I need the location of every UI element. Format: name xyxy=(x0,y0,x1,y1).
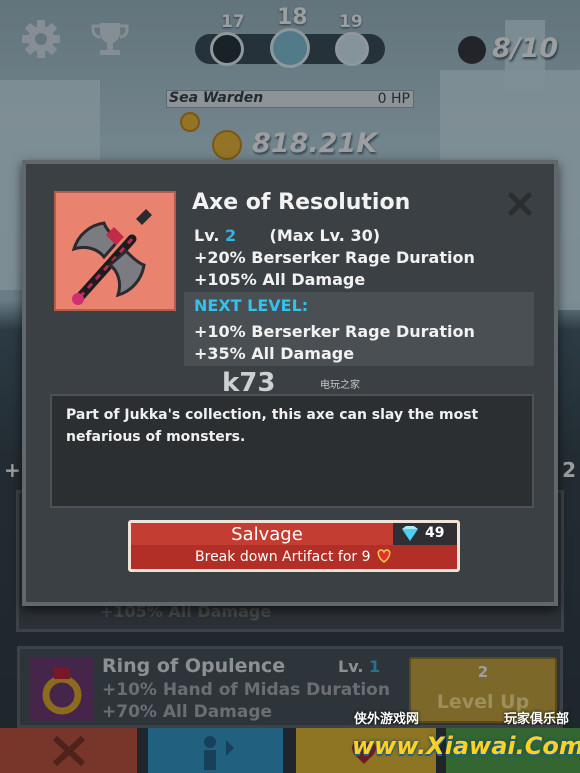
axe-icon xyxy=(71,209,152,305)
salvage-subtext: Break down Artifact for 9 xyxy=(131,549,457,565)
next-level-heading: NEXT LEVEL: xyxy=(194,296,309,315)
artifact-stat-2: +105% All Damage xyxy=(194,270,366,289)
close-icon[interactable] xyxy=(506,190,534,218)
xiawai-watermark: 侠外游戏网 玩家俱乐部 www.Xiawai.Com xyxy=(348,706,580,770)
salvage-button[interactable]: Salvage 49 Break down Artifact for 9 xyxy=(128,520,460,572)
xiawai-main: www.Xiawai.Com xyxy=(352,732,580,760)
artifact-level-row: Lv. 2 (Max Lv. 30) xyxy=(194,226,380,245)
artifact-stat-1: +20% Berserker Rage Duration xyxy=(194,248,475,267)
salvage-label: Salvage xyxy=(231,524,303,545)
next-level-stat-2: +35% All Damage xyxy=(194,344,355,363)
artifact-detail-modal: Axe of Resolution Lv. 2 (Max Lv. 30) +20… xyxy=(22,160,558,606)
xiawai-top-right: 玩家俱乐部 xyxy=(504,712,570,727)
artifact-description: Part of Jukka's collection, this axe can… xyxy=(66,407,479,445)
artifact-max-level: (Max Lv. 30) xyxy=(269,226,381,245)
salvage-cost: 49 xyxy=(393,523,457,545)
artifact-title: Axe of Resolution xyxy=(192,190,411,215)
xiawai-top-left: 侠外游戏网 xyxy=(354,712,420,727)
artifact-thumbnail xyxy=(54,191,176,311)
level-prefix: Lv. xyxy=(194,226,220,245)
artifact-level: 2 xyxy=(224,226,237,245)
k73-watermark-sub: 电玩之家 xyxy=(320,380,360,391)
next-level-panel: NEXT LEVEL: +10% Berserker Rage Duration… xyxy=(184,292,534,366)
next-level-stat-1: +10% Berserker Rage Duration xyxy=(194,322,475,341)
artifact-icon xyxy=(377,549,391,563)
artifact-description-box: Part of Jukka's collection, this axe can… xyxy=(50,394,534,508)
diamond-icon xyxy=(402,526,418,541)
salvage-gem-cost: 49 xyxy=(425,525,445,541)
